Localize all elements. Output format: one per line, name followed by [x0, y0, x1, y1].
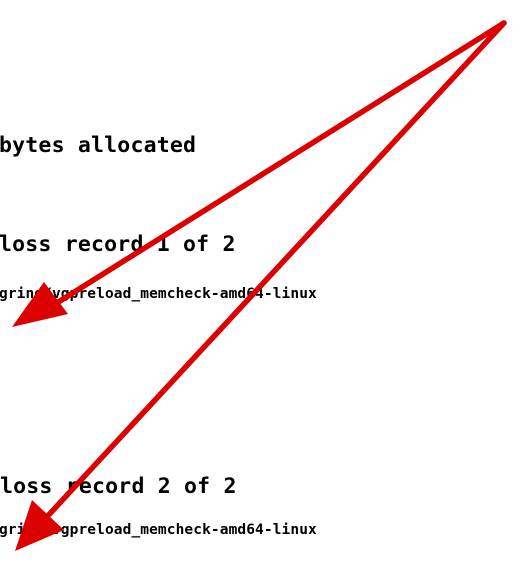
output-line-preload-path-2: grind/vgpreload_memcheck-amd64-linux: [0, 522, 317, 538]
screenshot-canvas: bytes allocated loss record 1 of 2 grind…: [0, 0, 519, 563]
output-line-bytes-allocated: bytes allocated: [0, 133, 197, 158]
output-line-loss-record-2: loss record 2 of 2: [0, 474, 237, 499]
output-line-loss-record-1: loss record 1 of 2: [0, 232, 236, 257]
output-line-preload-path-1: grind/vgpreload_memcheck-amd64-linux: [0, 286, 317, 302]
arrow-to-record-1: [12, 20, 507, 327]
